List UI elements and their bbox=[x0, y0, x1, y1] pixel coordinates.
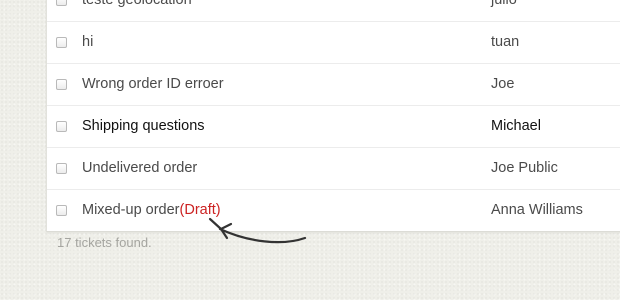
curved-arrow-icon bbox=[208, 217, 307, 244]
